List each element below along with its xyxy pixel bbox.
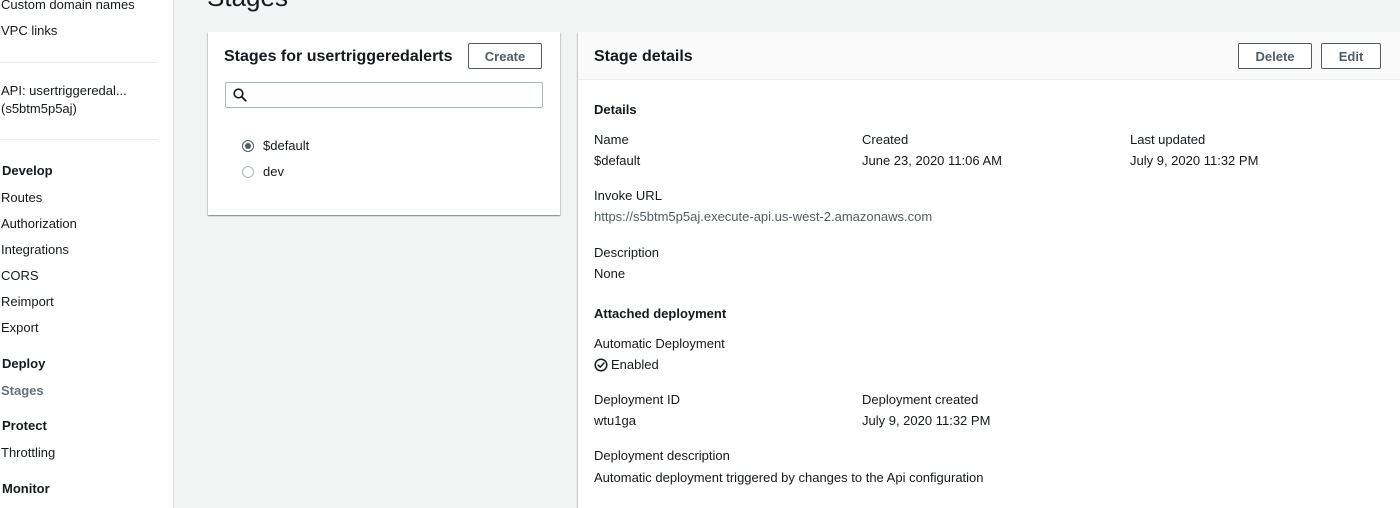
stages-list-panel: Stages for usertriggeredalerts Create $d… <box>208 32 560 215</box>
sidebar-divider <box>0 62 158 63</box>
last-updated-value: July 9, 2020 11:32 PM <box>1130 153 1259 168</box>
stage-option-default[interactable]: $default <box>242 138 309 153</box>
radio-button[interactable] <box>242 165 254 178</box>
sidebar-item-authorization[interactable]: Authorization <box>1 216 77 231</box>
automatic-deployment-label: Automatic Deployment <box>594 336 725 351</box>
sidebar-item-routes[interactable]: Routes <box>1 190 42 205</box>
last-updated-label: Last updated <box>1130 132 1206 147</box>
description-value: None <box>594 266 626 281</box>
stages-panel-header: Stages for usertriggeredalerts Create <box>208 32 560 80</box>
automatic-deployment-status: Enabled <box>594 357 659 372</box>
invoke-url-label: Invoke URL <box>594 188 662 203</box>
api-id-label: (s5btm5p5aj) <box>1 101 77 116</box>
stage-details-title: Stage details <box>594 48 693 65</box>
sidebar-item-stages[interactable]: Stages <box>1 383 44 398</box>
sidebar-api-name[interactable]: API: usertriggeredal... (s5btm5p5aj) <box>1 82 127 118</box>
deployment-id-value: wtu1ga <box>594 413 636 428</box>
sidebar-nav: Custom domain names VPC links API: usert… <box>0 0 174 508</box>
sidebar-item-export[interactable]: Export <box>1 320 39 335</box>
search-icon <box>233 88 247 102</box>
sidebar-section-deploy: Deploy <box>2 356 46 371</box>
created-value: June 23, 2020 11:06 AM <box>862 153 1002 168</box>
stage-search-field[interactable] <box>225 82 543 108</box>
deployment-description-value: Automatic deployment triggered by change… <box>594 470 984 485</box>
create-stage-button[interactable]: Create <box>468 43 542 69</box>
sidebar-section-develop: Develop <box>2 163 53 178</box>
created-label: Created <box>862 132 909 147</box>
stage-option-label: dev <box>263 164 284 179</box>
sidebar-section-protect: Protect <box>2 418 47 433</box>
api-name-label: API: usertriggeredal... <box>1 83 127 98</box>
sidebar-item-throttling[interactable]: Throttling <box>1 445 55 460</box>
sidebar-item-reimport[interactable]: Reimport <box>1 294 54 309</box>
sidebar-item-vpc-links[interactable]: VPC links <box>1 23 57 38</box>
deployment-description-label: Deployment description <box>594 448 730 463</box>
stage-search-input[interactable] <box>254 85 534 105</box>
stage-option-dev[interactable]: dev <box>242 164 284 179</box>
stage-option-label: $default <box>263 138 310 153</box>
name-value: $default <box>594 153 641 168</box>
edit-stage-button[interactable]: Edit <box>1321 43 1381 69</box>
stage-details-header: Stage details Delete Edit <box>578 32 1400 80</box>
stages-panel-title: Stages for usertriggeredalerts <box>224 48 453 65</box>
page-title: Stages <box>207 0 288 13</box>
stage-details-panel: Stage details Delete Edit Details Name $… <box>578 32 1400 508</box>
invoke-url-value[interactable]: https://s5btm5p5aj.execute-api.us-west-2… <box>594 209 932 224</box>
delete-stage-button[interactable]: Delete <box>1238 43 1312 69</box>
automatic-deployment-value: Enabled <box>611 357 659 372</box>
deployment-created-value: July 9, 2020 11:32 PM <box>862 413 991 428</box>
check-circle-icon <box>594 357 608 372</box>
name-label: Name <box>594 132 629 147</box>
deployment-id-label: Deployment ID <box>594 392 680 407</box>
deployment-created-label: Deployment created <box>862 392 979 407</box>
sidebar-item-custom-domain-names[interactable]: Custom domain names <box>1 0 135 12</box>
attached-deployment-heading: Attached deployment <box>594 306 727 321</box>
sidebar-section-monitor: Monitor <box>2 481 50 496</box>
radio-button-selected[interactable] <box>242 139 254 152</box>
sidebar-item-integrations[interactable]: Integrations <box>1 242 69 257</box>
description-label: Description <box>594 245 660 260</box>
sidebar-divider <box>0 139 158 140</box>
details-section-heading: Details <box>594 102 637 117</box>
sidebar-item-cors[interactable]: CORS <box>1 268 39 283</box>
